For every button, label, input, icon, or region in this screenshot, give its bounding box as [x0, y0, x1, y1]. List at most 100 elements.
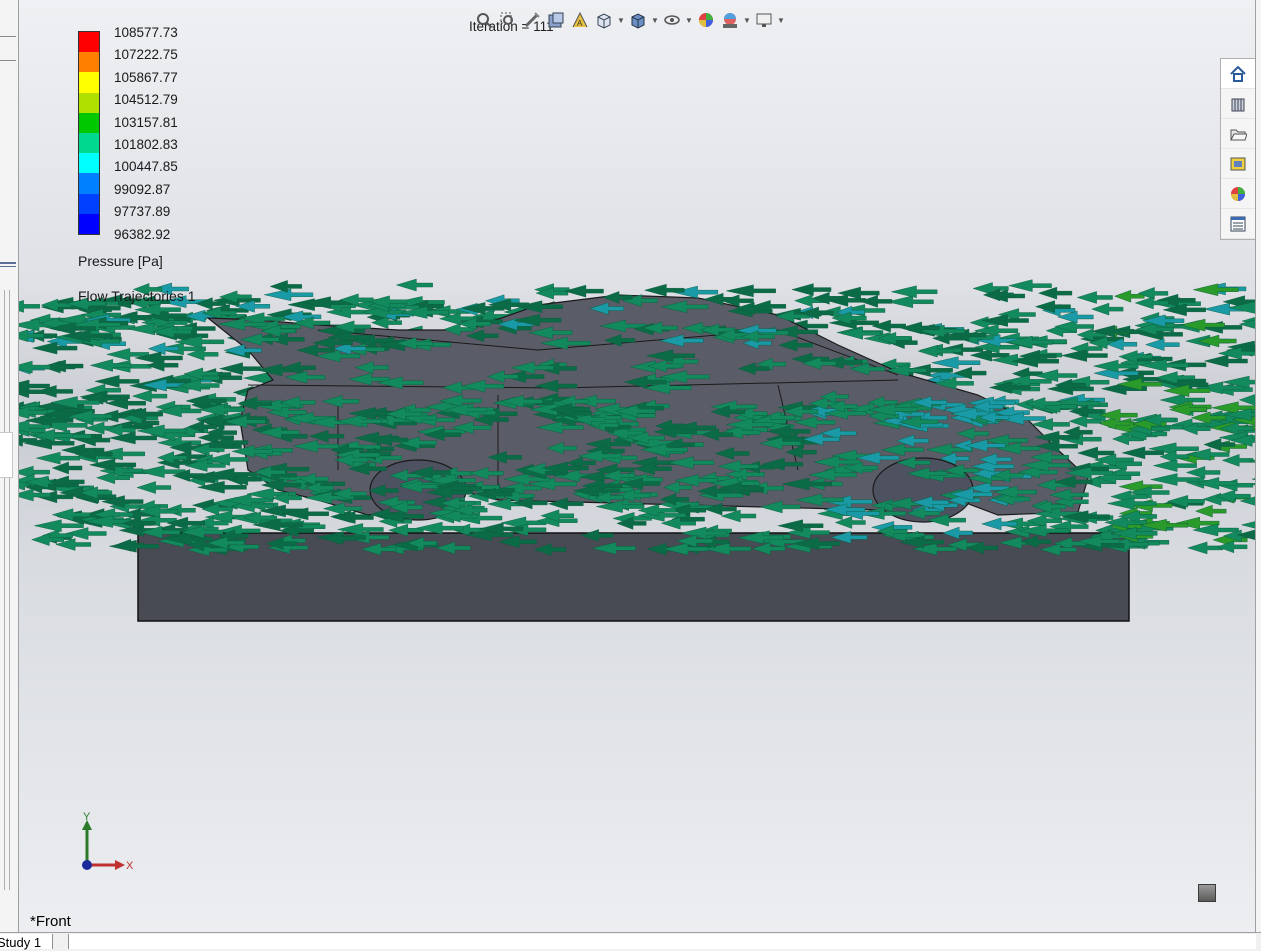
flow-arrow [777, 519, 824, 532]
design-library-icon[interactable] [1221, 89, 1255, 119]
flow-arrow [32, 341, 78, 355]
flow-arrow [18, 300, 40, 313]
flow-arrow [887, 295, 934, 309]
scale-swatch [79, 32, 99, 53]
zoom-area-icon[interactable] [497, 9, 519, 31]
scale-swatch [79, 92, 99, 113]
pressure-scale-values: 108577.73 107222.75 105867.77 104512.79 1031… [114, 24, 178, 248]
view-settings-icon[interactable] [753, 9, 775, 31]
feature-manager-edge [0, 0, 19, 932]
view-orientation-name: *Front [30, 913, 71, 930]
flow-arrow [720, 509, 757, 523]
study-tab-label: Study 1 [0, 935, 42, 950]
section-view-icon[interactable] [545, 9, 567, 31]
legend-unit-label: Pressure [Pa] [78, 253, 163, 269]
flow-arrow [395, 278, 433, 292]
flow-arrow [1187, 541, 1224, 555]
panel-splitter-line [0, 266, 16, 267]
dynamic-annotation-icon[interactable]: A [569, 9, 591, 31]
scale-value: 103157.81 [114, 114, 178, 130]
flow-arrow [1057, 310, 1094, 324]
task-pane-tabs [1220, 58, 1256, 240]
y-axis-label: Y [83, 811, 91, 823]
flow-arrow [1203, 438, 1236, 451]
flow-arrow [1008, 279, 1052, 292]
scale-swatch [79, 173, 99, 194]
scale-swatch [79, 153, 99, 174]
flow-arrow [1037, 286, 1073, 300]
flow-arrow [981, 517, 1018, 531]
flow-arrow [917, 344, 954, 358]
view-palette-icon[interactable] [1221, 149, 1255, 179]
heads-up-view-toolbar: A ▼ ▼ ▼ ▼ ▼ [473, 8, 785, 32]
view-settings-dropdown-icon[interactable]: ▼ [777, 16, 785, 25]
scale-value: 96382.92 [114, 226, 171, 242]
hide-show-items-icon[interactable] [661, 9, 683, 31]
x-axis-label: X [126, 860, 134, 872]
flow-arrow [1195, 504, 1227, 518]
flow-arrow [136, 481, 172, 494]
panel-splitter[interactable] [0, 262, 16, 264]
scale-value: 101802.83 [114, 136, 178, 152]
flow-arrow [264, 288, 314, 302]
flow-arrow [269, 280, 302, 293]
apply-scene-icon[interactable] [719, 9, 741, 31]
reference-triad: Y X [73, 810, 143, 880]
display-style-icon[interactable] [627, 9, 649, 31]
right-window-edge [1255, 0, 1261, 949]
flow-arrow [1241, 521, 1255, 529]
study-tab[interactable]: Study 1 [0, 934, 54, 950]
scale-value: 107222.75 [114, 47, 178, 63]
hide-show-dropdown-icon[interactable]: ▼ [685, 16, 693, 25]
scale-value: 99092.87 [114, 181, 171, 197]
graphics-area[interactable]: 108577.73 107222.75 105867.77 104512.79 1031… [18, 0, 1255, 932]
edit-appearance-icon[interactable] [695, 9, 717, 31]
scale-value: 100447.85 [114, 159, 178, 175]
flow-arrow [1061, 349, 1108, 362]
flow-arrow [643, 283, 685, 297]
flow-arrow [1091, 302, 1124, 316]
flow-arrow [726, 284, 776, 298]
flow-arrow [51, 461, 83, 475]
flow-arrow [1113, 289, 1145, 303]
flow-arrow [891, 285, 938, 299]
scale-value: 97737.89 [114, 204, 171, 220]
display-style-dropdown-icon[interactable]: ▼ [651, 16, 659, 25]
svg-text:A: A [577, 19, 583, 28]
file-explorer-icon[interactable] [1221, 119, 1255, 149]
flow-trajectory-scene [18, 278, 1255, 622]
plot-name-label: Flow Trajectories 1 [78, 288, 196, 304]
scrollbar-track[interactable] [4, 290, 10, 890]
view-orientation-icon[interactable] [593, 9, 615, 31]
flow-arrow [1145, 338, 1180, 351]
scale-value: 108577.73 [114, 25, 178, 40]
flow-arrow [931, 356, 981, 369]
apply-scene-dropdown-icon[interactable]: ▼ [743, 16, 751, 25]
scale-swatch [79, 52, 99, 73]
custom-properties-icon[interactable] [1221, 209, 1255, 239]
flow-arrow [1193, 283, 1239, 296]
flow-arrow [1185, 466, 1221, 479]
panel-collapse-handle[interactable] [0, 432, 13, 478]
scale-swatch [79, 112, 99, 133]
pressure-color-scale[interactable] [78, 31, 100, 235]
scale-value: 104512.79 [114, 92, 178, 108]
flow-arrow [1076, 291, 1113, 304]
scale-swatch [79, 72, 99, 93]
panel-divider [0, 36, 16, 37]
scale-swatch [79, 193, 99, 214]
appearances-icon[interactable] [1221, 179, 1255, 209]
zoom-to-fit-icon[interactable] [473, 9, 495, 31]
scale-swatch [79, 213, 99, 234]
flow-arrow [563, 284, 604, 298]
flow-arrow [131, 389, 168, 403]
previous-view-icon[interactable] [521, 9, 543, 31]
flow-arrow [1238, 394, 1255, 406]
view-orientation-dropdown-icon[interactable]: ▼ [617, 16, 625, 25]
scale-value: 105867.77 [114, 69, 178, 85]
scale-swatch [79, 132, 99, 154]
flow-arrow [36, 451, 81, 465]
viewport-maximize-button[interactable] [1198, 884, 1216, 902]
panel-divider [0, 60, 16, 61]
home-icon[interactable] [1221, 59, 1255, 89]
